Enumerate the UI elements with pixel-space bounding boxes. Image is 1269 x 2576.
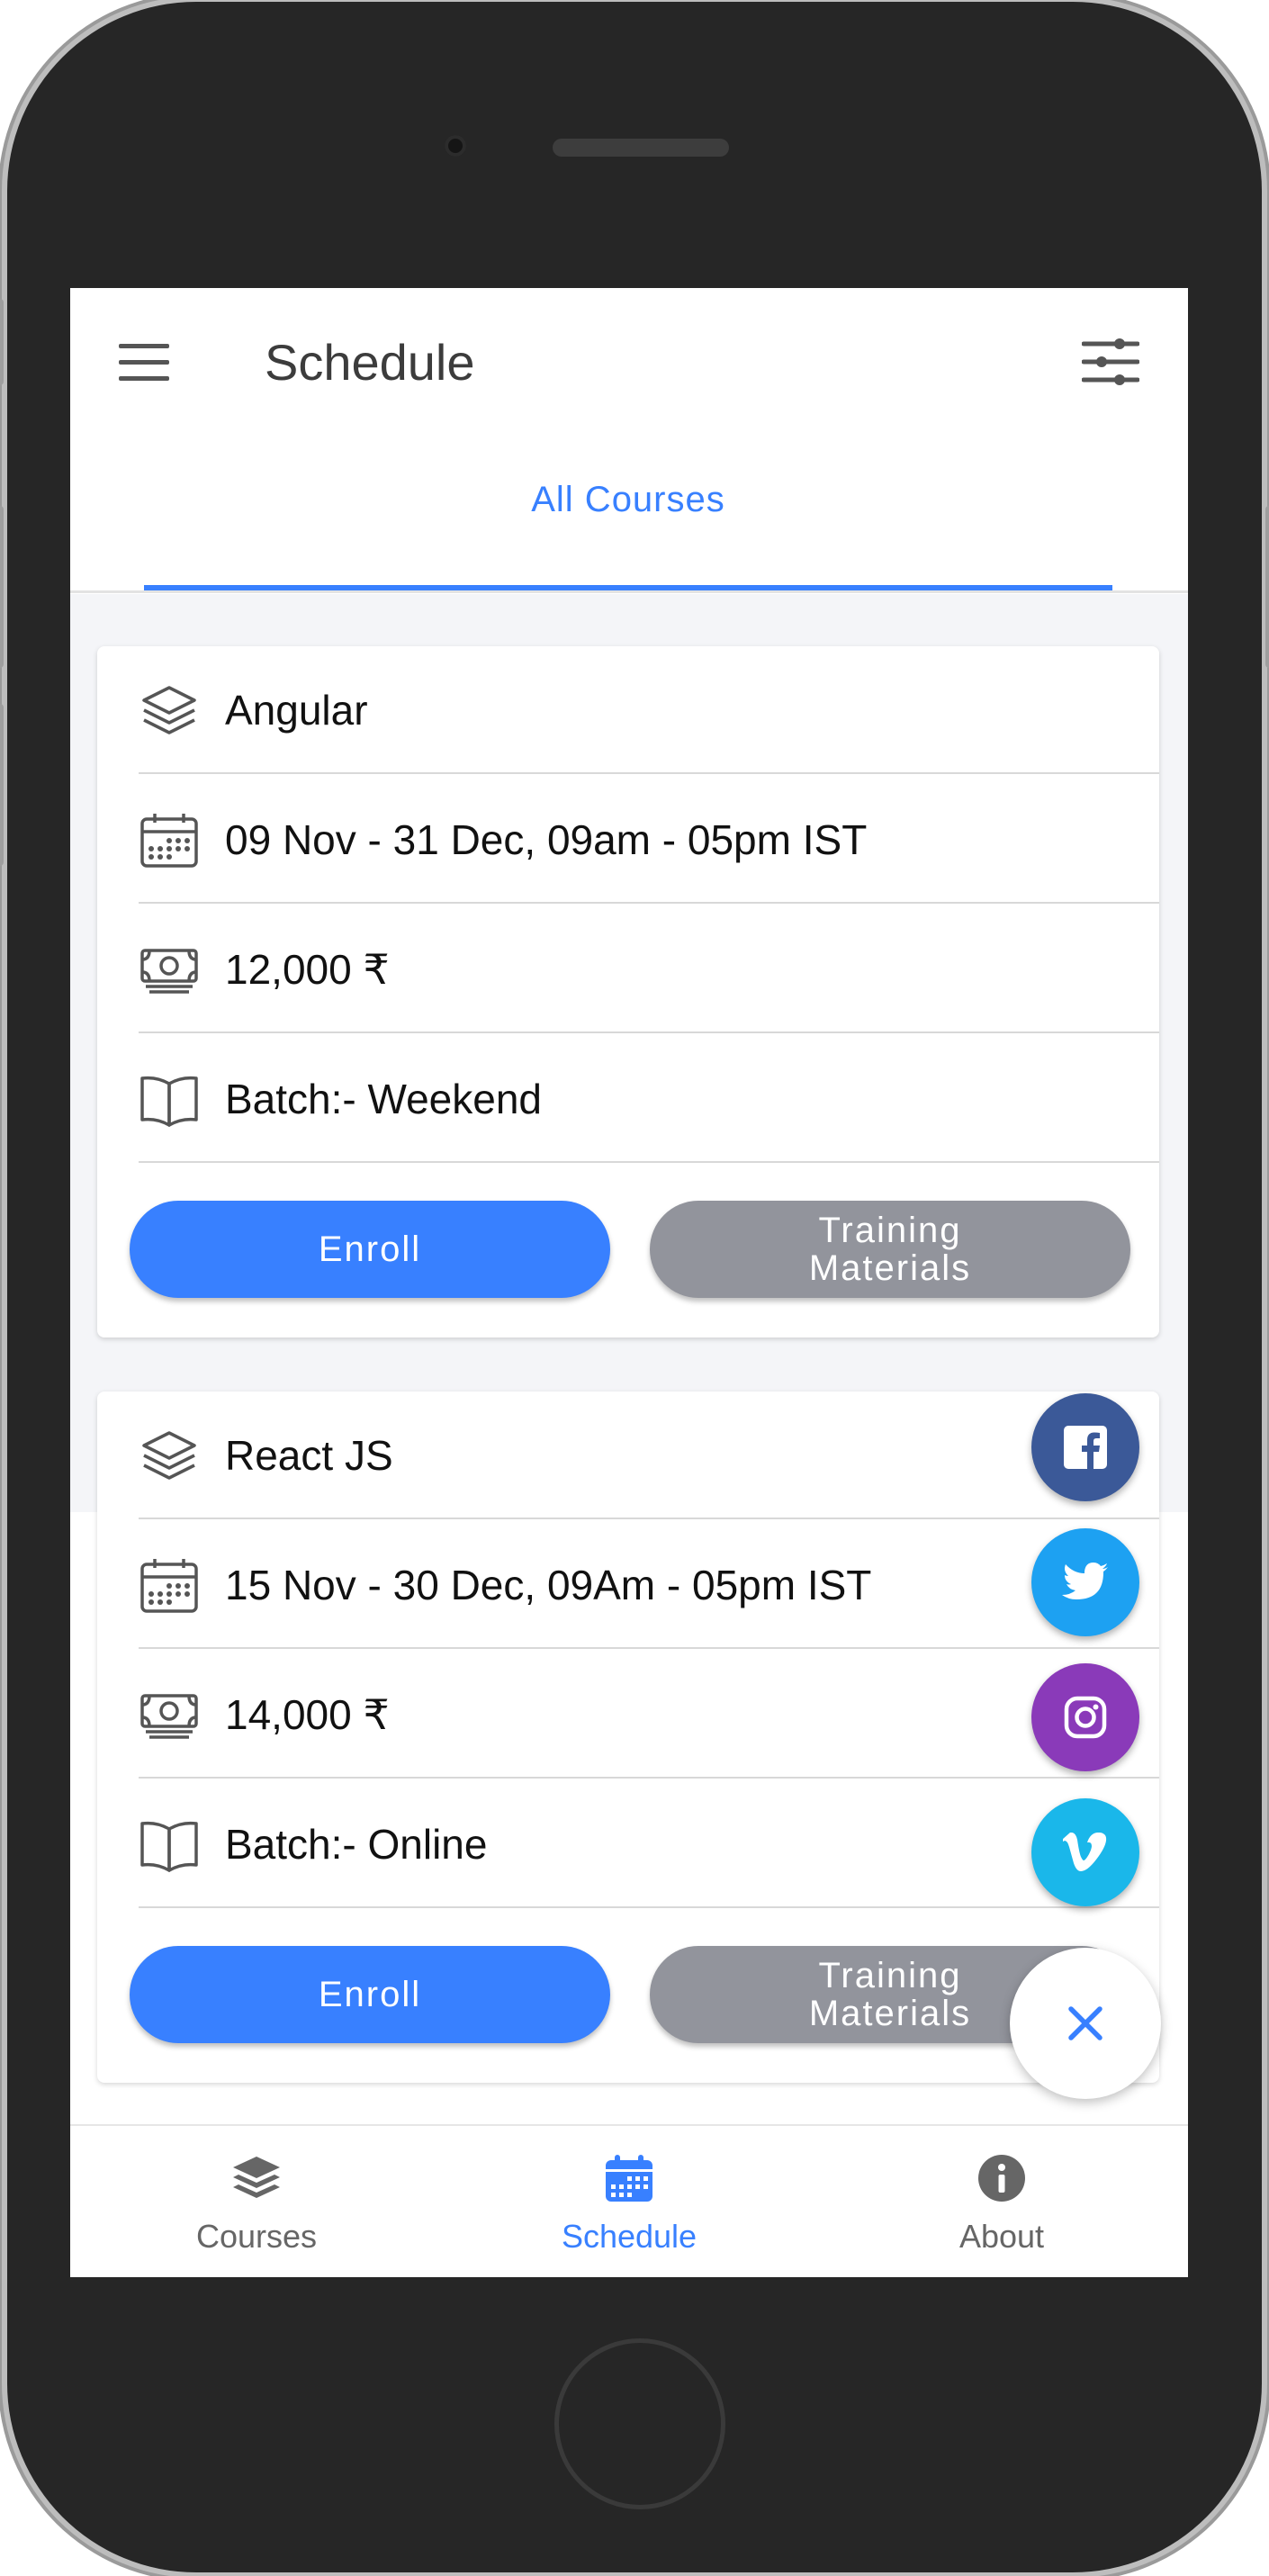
- course-batch: Batch:- Online: [225, 1821, 488, 1868]
- tab-label: About: [958, 2218, 1045, 2255]
- course-price-row: 12,000 ₹: [139, 905, 1159, 1033]
- facebook-fab[interactable]: [1031, 1393, 1139, 1501]
- course-title-row: Angular: [139, 646, 1159, 774]
- home-button: [554, 2338, 725, 2509]
- course-schedule-row: 15 Nov - 30 Dec, 09Am - 05pm IST: [139, 1521, 1159, 1649]
- calendar-icon: [140, 1559, 198, 1613]
- course-schedule: 09 Nov - 31 Dec, 09am - 05pm IST: [225, 816, 868, 863]
- enroll-button[interactable]: Enroll: [130, 1946, 610, 2043]
- info-icon: [978, 2155, 1025, 2202]
- tab-label: Courses: [195, 2218, 318, 2255]
- app-screen: Schedule All Courses Angular 09 Nov - 31…: [70, 288, 1188, 2277]
- vimeo-icon: [1063, 1833, 1107, 1871]
- layers-icon: [233, 2157, 280, 2198]
- calendar-icon: [606, 2155, 652, 2202]
- tab-all-courses[interactable]: All Courses: [144, 432, 1112, 587]
- volume-up-button: [0, 506, 4, 668]
- cash-icon: [140, 1694, 198, 1739]
- course-name: Angular: [225, 687, 368, 734]
- training-materials-button[interactable]: Training Materials: [650, 1201, 1130, 1298]
- toolbar: Schedule: [70, 288, 1188, 432]
- power-button: [1265, 506, 1269, 668]
- close-icon: [1068, 2006, 1102, 2040]
- tabs-divider: [70, 590, 1188, 593]
- tab-about[interactable]: About: [815, 2126, 1188, 2277]
- course-batch-row: Batch:- Weekend: [139, 1035, 1159, 1163]
- course-schedule-row: 09 Nov - 31 Dec, 09am - 05pm IST: [139, 776, 1159, 904]
- layers-icon: [142, 686, 196, 734]
- mute-switch: [0, 299, 4, 385]
- hamburger-menu-icon[interactable]: [119, 344, 169, 382]
- course-batch-row: Batch:- Online: [139, 1780, 1159, 1908]
- layers-icon: [142, 1431, 196, 1480]
- tab-label: Schedule: [561, 2218, 698, 2255]
- twitter-fab[interactable]: [1031, 1528, 1139, 1636]
- book-icon: [140, 1076, 198, 1127]
- course-name: React JS: [225, 1432, 393, 1479]
- course-list[interactable]: Angular 09 Nov - 31 Dec, 09am - 05pm IST…: [70, 594, 1188, 2083]
- instagram-fab[interactable]: [1031, 1663, 1139, 1771]
- front-camera: [445, 135, 466, 157]
- course-schedule: 15 Nov - 30 Dec, 09Am - 05pm IST: [225, 1562, 872, 1608]
- page-title: Schedule: [265, 334, 475, 391]
- twitter-icon: [1062, 1563, 1108, 1599]
- course-card: React JS 15 Nov - 30 Dec, 09Am - 05pm IS…: [97, 1392, 1159, 2083]
- earpiece-speaker: [553, 139, 729, 157]
- course-batch: Batch:- Weekend: [225, 1076, 543, 1122]
- tab-schedule[interactable]: Schedule: [443, 2126, 815, 2277]
- course-price: 14,000 ₹: [225, 1691, 390, 1738]
- bottom-tab-bar: Courses Schedule About: [70, 2124, 1188, 2277]
- course-title-row: React JS: [139, 1392, 1159, 1519]
- close-fab-button[interactable]: [1010, 1948, 1161, 2099]
- volume-down-button: [0, 704, 4, 866]
- book-icon: [140, 1821, 198, 1872]
- tab-courses[interactable]: Courses: [70, 2126, 443, 2277]
- calendar-icon: [140, 814, 198, 868]
- vimeo-fab[interactable]: [1031, 1798, 1139, 1906]
- enroll-button[interactable]: Enroll: [130, 1201, 610, 1298]
- course-price-row: 14,000 ₹: [139, 1651, 1159, 1779]
- course-price: 12,000 ₹: [225, 946, 390, 993]
- instagram-icon: [1064, 1696, 1107, 1739]
- course-card: Angular 09 Nov - 31 Dec, 09am - 05pm IST…: [97, 646, 1159, 1338]
- cash-icon: [140, 949, 198, 994]
- sliders-filter-icon[interactable]: [1082, 335, 1139, 389]
- facebook-icon: [1064, 1426, 1107, 1469]
